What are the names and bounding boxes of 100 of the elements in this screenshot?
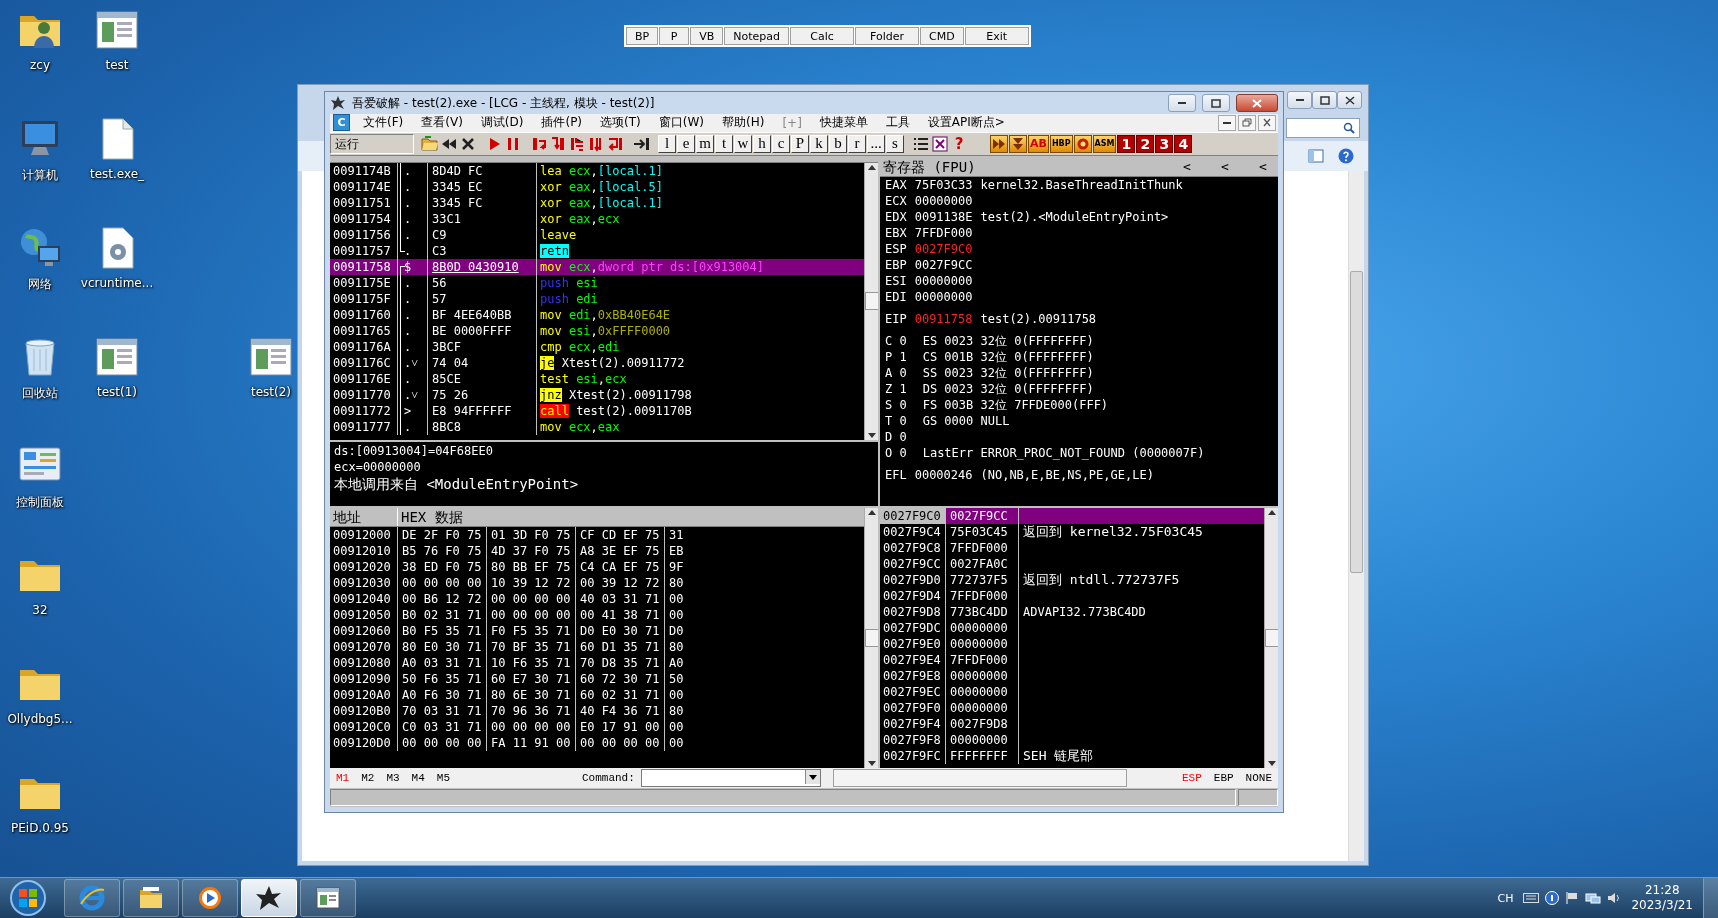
stack-row[interactable]: 0027F9D4 7FFDF000 (880, 588, 1264, 604)
scroll-bar[interactable] (864, 508, 878, 768)
stack-row[interactable]: 0027F9F4 0027F9D8 (880, 716, 1264, 732)
help-button[interactable]: ? (950, 134, 968, 153)
fast-down-button[interactable] (1009, 134, 1027, 153)
disasm-row[interactable]: 00911770 .˅ 75 26 jnz Xtest(2).00911798 (330, 387, 864, 403)
stack-row[interactable]: 0027F9EC 00000000 (880, 684, 1264, 700)
maximize-button[interactable] (1312, 91, 1337, 109)
disasm-row[interactable]: 0091175E . 56 push esi (330, 275, 864, 291)
register-tab[interactable]: NONE (1245, 772, 1272, 785)
command-field[interactable] (640, 769, 821, 788)
desktop-icon-label[interactable]: test.exe_ (89, 167, 145, 181)
bookmark-tab[interactable]: M1 (336, 772, 350, 785)
step-over-button[interactable] (549, 134, 567, 153)
bookmark-tab[interactable]: M3 (386, 772, 400, 785)
stack-row[interactable]: 0027F9F0 00000000 (880, 700, 1264, 716)
close-button[interactable] (1337, 91, 1362, 109)
stack-row[interactable]: 0027F9F8 00000000 (880, 732, 1264, 748)
desktop-icon-label[interactable]: 回收站 (22, 385, 58, 402)
quick-launch-button[interactable]: BP (626, 27, 659, 45)
letter-button[interactable]: P (791, 134, 809, 153)
bookmark-tab[interactable]: M4 (411, 772, 425, 785)
taskbar-button[interactable] (182, 879, 238, 917)
desktop-icon-label[interactable]: test (105, 58, 129, 72)
quick-launch-button[interactable]: VB (690, 27, 724, 45)
scroll-bar[interactable] (864, 163, 878, 440)
collapse-arrow[interactable]: < (1172, 159, 1202, 175)
taskbar-button[interactable] (123, 879, 179, 917)
quick-launch-button[interactable]: Notepad (724, 27, 789, 45)
help-icon[interactable] (1545, 891, 1560, 905)
desktop-icon-label[interactable]: PEiD.0.95 (11, 821, 69, 835)
letter-button[interactable]: b (829, 134, 847, 153)
disasm-row[interactable]: 00911765 . BE 0000FFFF mov esi,0xFFFF0000 (330, 323, 864, 339)
menu-item[interactable]: 设置API断点> (918, 114, 1014, 132)
search-icon[interactable] (1343, 122, 1355, 134)
letter-button[interactable]: c (772, 134, 790, 153)
close-button[interactable] (1236, 94, 1278, 113)
letter-button[interactable]: k (810, 134, 828, 153)
letter-button[interactable]: t (715, 134, 733, 153)
menu-item[interactable]: 查看(V) (412, 114, 472, 132)
stack-row[interactable]: 0027F9C4 75F03C45 返回到 kernel32.75F03C45 (880, 524, 1264, 540)
menu-item[interactable]: 调试(D) (471, 114, 533, 132)
register-tab[interactable]: ESP (1181, 772, 1202, 785)
network-icon[interactable] (1585, 891, 1602, 905)
disasm-row[interactable]: 00911772 > E8 94FFFFFF call test(2).0091170B (330, 403, 864, 419)
disasm-row[interactable]: 00911751 . 3345 FC xor eax,[local.1] (330, 195, 864, 211)
desktop-icon-label[interactable]: 32 (32, 603, 48, 617)
window-number-button[interactable]: 1 (1117, 134, 1136, 153)
disasm-row[interactable]: 00911757 . C3 retn (330, 243, 864, 259)
fast-forward-button[interactable] (990, 134, 1008, 153)
stack-row[interactable]: 0027F9D8 773BC4DD ADVAPI32.773BC4DD (880, 604, 1264, 620)
disasm-row[interactable]: 00911756 . C9 leave (330, 227, 864, 243)
scroll-bar[interactable] (1264, 508, 1278, 768)
help-icon[interactable] (1338, 148, 1354, 164)
quick-launch-button[interactable]: CMD (920, 27, 964, 45)
restore-button[interactable] (1238, 115, 1256, 131)
desktop-icon-label[interactable]: 计算机 (22, 167, 58, 184)
stack-row[interactable]: 0027F9C8 7FFDF000 (880, 540, 1264, 556)
quick-launch-button[interactable]: Exit (964, 27, 1029, 45)
stack-row[interactable]: 0027F9CC 0027FA0C (880, 556, 1264, 572)
disasm-row[interactable]: 00911760 . BF 4EE640BB mov edi,0xBB40E64E (330, 307, 864, 323)
minimize-button[interactable] (1168, 94, 1196, 113)
stack-row[interactable]: 0027F9FC FFFFFFFF SEH 链尾部 (880, 748, 1264, 764)
quick-launch-button[interactable]: Folder (855, 27, 919, 45)
menu-item[interactable]: 插件(P) (532, 114, 592, 132)
disasm-row[interactable]: 0091174B . 8D4D FC lea ecx,[local.1] (330, 163, 864, 179)
collapse-arrow[interactable]: < (1248, 159, 1278, 175)
collapse-arrow[interactable]: < (1210, 159, 1240, 175)
close-button[interactable] (1258, 115, 1276, 131)
disasm-row[interactable]: 0091175F . 57 push edi (330, 291, 864, 307)
start-button[interactable] (8, 878, 48, 918)
disasm-row[interactable]: 0091174E . 3345 EC xor eax,[local.5] (330, 179, 864, 195)
flag-icon[interactable] (1565, 891, 1580, 905)
taskbar-button[interactable] (300, 879, 356, 917)
minimize-button[interactable] (1218, 115, 1236, 131)
stack-row[interactable]: 0027F9E4 7FFDF000 (880, 652, 1264, 668)
menu-item[interactable]: 工具 (876, 114, 919, 132)
disasm-row[interactable]: 00911758 $ 8B0D 0430910 mov ecx,dword ptr ds:[0x913004] (330, 259, 864, 275)
tool-button[interactable]: HBP (1049, 134, 1073, 153)
window-number-button[interactable]: 4 (1174, 134, 1193, 153)
quick-launch-button[interactable]: Calc (790, 27, 854, 45)
menu-item[interactable]: 帮助(H) (713, 114, 774, 132)
letter-button[interactable]: l (658, 134, 676, 153)
desktop-icon-label[interactable]: 控制面板 (16, 494, 64, 511)
quick-launch-button[interactable]: P (659, 27, 690, 45)
menu-item[interactable]: 选项(T) (591, 114, 650, 132)
language-indicator[interactable]: CH (1497, 891, 1514, 905)
desktop-icon-label[interactable]: vcruntime... (80, 276, 154, 290)
desktop-icon-label[interactable]: 网络 (28, 276, 52, 293)
letter-button[interactable]: h (753, 134, 771, 153)
window-number-button[interactable]: 2 (1136, 134, 1155, 153)
letter-button[interactable]: ... (867, 134, 885, 153)
bookmark-tab[interactable]: M5 (436, 772, 450, 785)
bookmark-tab[interactable]: M2 (361, 772, 375, 785)
desktop-icon-label[interactable]: test(1) (96, 385, 137, 399)
disasm-row[interactable]: 0091176C .˅ 74 04 je Xtest(2).00911772 (330, 355, 864, 371)
disasm-row[interactable]: 0091176A . 3BCF cmp ecx,edi (330, 339, 864, 355)
letter-button[interactable]: r (848, 134, 866, 153)
clock-time[interactable]: 21:28 (1644, 883, 1680, 898)
letter-button[interactable]: w (734, 134, 752, 153)
